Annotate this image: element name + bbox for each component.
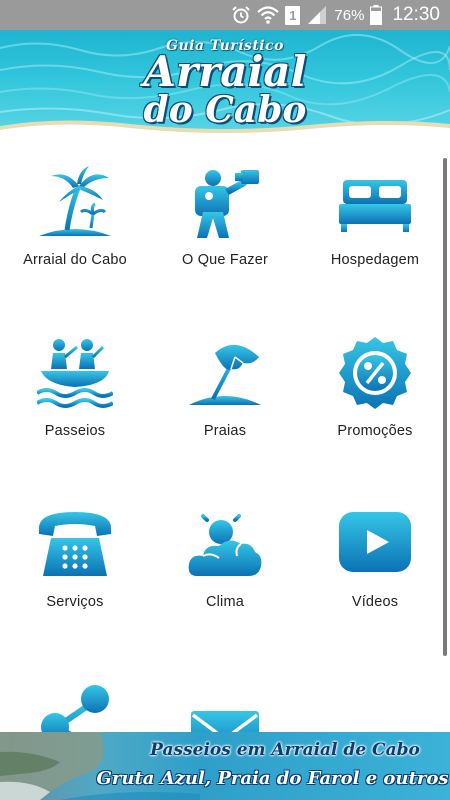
menu-label: Passeios (44, 423, 106, 439)
ad-banner[interactable]: Passeios em Arraial de Cabo Gruta Azul, … (0, 732, 450, 800)
menu-label: Promoções (337, 423, 413, 439)
menu-item-o-que-fazer[interactable]: O Que Fazer (150, 142, 300, 313)
photographer-icon (195, 170, 259, 238)
alarm-icon (231, 5, 251, 25)
scrollbar[interactable] (443, 158, 447, 656)
menu-grid: Arraial do Cabo O Que Fazer Hospedagem P… (0, 142, 450, 732)
menu-label: O Que Fazer (181, 252, 268, 268)
logo-title-line2: do Cabo (143, 89, 307, 131)
menu-item-servicos[interactable]: Serviços (0, 484, 150, 655)
menu-item-clima[interactable]: Clima (150, 484, 300, 655)
app-logo: Guia Turístico Arraial do Cabo (0, 30, 450, 142)
clock-time: 12:30 (392, 4, 440, 25)
menu-label: Serviços (46, 594, 104, 610)
banner-subtitle: Gruta Azul, Praia do Farol e outros (96, 768, 449, 789)
menu-label: Vídeos (351, 594, 399, 610)
telephone-icon (39, 512, 111, 576)
palm-island-icon (39, 166, 111, 236)
video-play-icon (339, 512, 411, 572)
menu-label: Arraial do Cabo (23, 252, 127, 268)
battery-percent: 76% (334, 6, 365, 24)
signal-icon (306, 5, 328, 25)
percent-badge-icon (339, 337, 411, 409)
wifi-icon (257, 5, 280, 25)
menu-item-passeios[interactable]: Passeios (0, 313, 150, 484)
menu-item-promocoes[interactable]: Promoções (300, 313, 450, 484)
menu-label: Praias (203, 423, 247, 439)
menu-item-share[interactable] (0, 655, 150, 732)
status-bar: 1 76% 12:30 (0, 0, 450, 30)
menu-item-contact[interactable] (150, 655, 300, 732)
boat-tour-icon (37, 339, 113, 408)
menu-label: Hospedagem (330, 252, 420, 268)
menu-item-hospedagem[interactable]: Hospedagem (300, 142, 450, 313)
beach-umbrella-icon (189, 344, 261, 405)
app-header: Guia Turístico Arraial do Cabo (0, 30, 450, 142)
bed-icon (339, 180, 411, 232)
menu-item-arraial-do-cabo[interactable]: Arraial do Cabo (0, 142, 150, 313)
sim-icon: 1 (285, 5, 301, 25)
mail-icon (191, 711, 259, 732)
battery-icon (370, 5, 383, 25)
menu-label: Clima (205, 594, 245, 610)
menu-item-praias[interactable]: Praias (150, 313, 300, 484)
logo-title-line1: Arraial (143, 47, 307, 96)
weather-icon (188, 506, 262, 576)
banner-title: Passeios em Arraial de Cabo (150, 740, 420, 760)
menu-item-videos[interactable]: Vídeos (300, 484, 450, 655)
share-icon (41, 685, 109, 732)
